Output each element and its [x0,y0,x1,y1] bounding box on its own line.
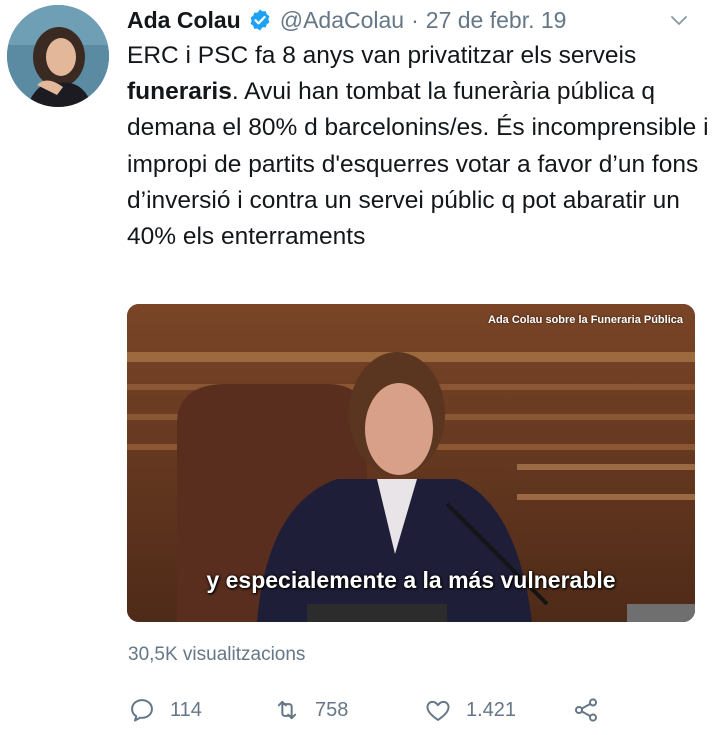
tweet-text-part: ERC i PSC fa 8 anys van privatitzar els … [127,42,637,69]
author-name[interactable]: Ada Colau [127,7,241,34]
retweet-icon [277,700,297,720]
chevron-down-icon[interactable] [667,8,691,32]
view-count: 30,5K visualitzacions [128,644,306,665]
verified-badge-icon [248,8,272,32]
tweet-text-bold: funeraris [127,78,232,106]
reply-icon [131,699,153,722]
tweet-header: Ada Colau @AdaColau · 27 de febr. 19 [127,4,712,36]
header-separator: · [411,6,419,33]
retweet-count: 758 [315,698,349,721]
retweet-button[interactable]: 758 [273,693,348,727]
like-button[interactable]: 1.421 [424,693,516,727]
reply-button[interactable]: 114 [128,693,202,727]
tweet-actions: 114 758 1.421 [128,693,688,727]
video-watermark: Ada Colau sobre la Funeraria Pública [488,314,683,326]
author-avatar[interactable] [7,5,109,107]
share-icon [574,698,598,722]
author-handle[interactable]: @AdaColau [280,7,404,34]
share-button[interactable] [572,693,600,727]
tweet-date[interactable]: 27 de febr. 19 [426,7,567,34]
heart-icon [426,700,450,721]
video-subtitle: y especialemente a la más vulnerable [206,567,616,593]
reply-count: 114 [170,698,202,721]
tweet-text: ERC i PSC fa 8 anys van privatitzar els … [127,38,712,255]
video-player[interactable]: Ada Colau sobre la Funeraria Pública y e… [127,304,695,622]
like-count: 1.421 [466,698,517,721]
